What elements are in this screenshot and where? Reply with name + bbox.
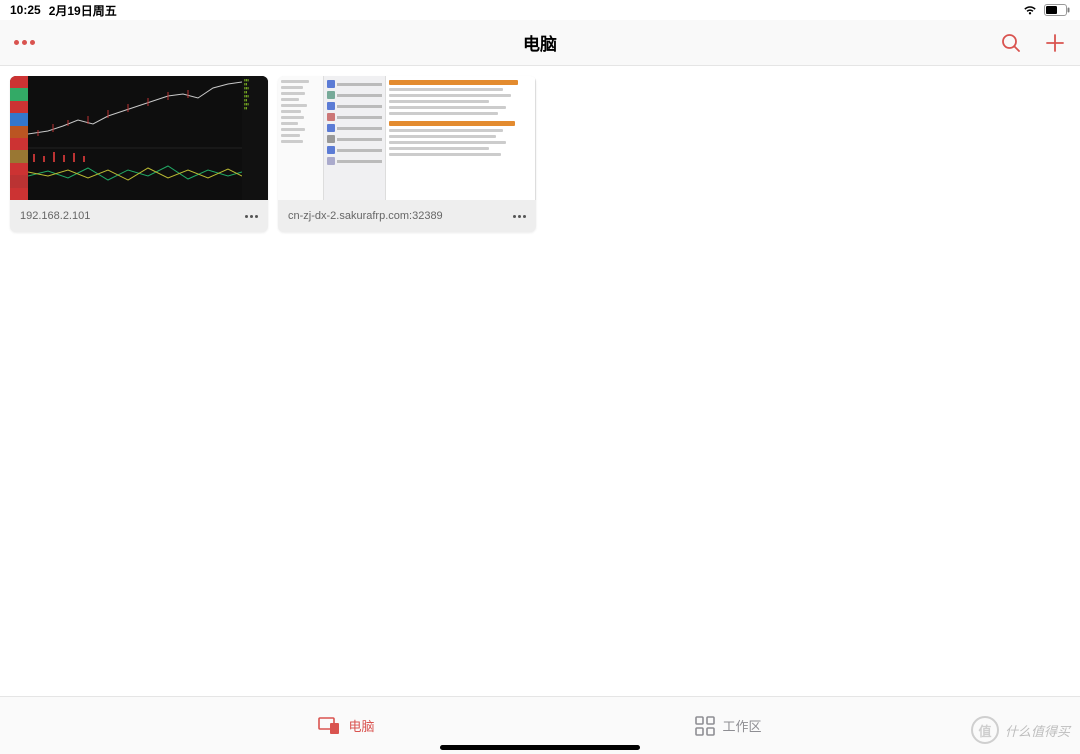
computer-address: 192.168.2.101: [20, 210, 90, 222]
nav-bar: 电脑: [0, 20, 1080, 66]
search-button[interactable]: [1000, 32, 1022, 54]
card-more-button[interactable]: [245, 215, 258, 218]
tab-bar: 电脑 工作区: [0, 696, 1080, 754]
battery-icon: [1044, 4, 1070, 16]
tab-label: 工作区: [723, 716, 762, 735]
status-time: 10:25: [10, 3, 41, 17]
card-more-button[interactable]: [513, 215, 526, 218]
add-button[interactable]: [1044, 32, 1066, 54]
page-title: 电脑: [523, 30, 557, 55]
watermark-text: 什么值得买: [1005, 721, 1070, 740]
computer-thumbnail: [278, 76, 536, 200]
tab-label: 电脑: [348, 716, 374, 735]
computer-icon: [318, 717, 340, 735]
computer-card[interactable]: cn-zj-dx-2.sakurafrp.com:32389: [278, 76, 536, 232]
status-bar: 10:25 2月19日周五: [0, 0, 1080, 20]
watermark: 值 什么值得买: [971, 716, 1070, 744]
wifi-icon: [1022, 4, 1038, 16]
status-date: 2月19日周五: [49, 2, 117, 19]
computer-card[interactable]: ▮▮▮▮▮▮▮▮▮▮▮▮▮▮▮▮▮▮▮▮ 192.168.2.101: [10, 76, 268, 232]
tab-workspaces[interactable]: 工作区: [695, 716, 762, 736]
tab-computers[interactable]: 电脑: [318, 716, 374, 735]
computers-grid: ▮▮▮▮▮▮▮▮▮▮▮▮▮▮▮▮▮▮▮▮ 192.168.2.101: [0, 66, 1080, 696]
watermark-badge: 值: [971, 716, 999, 744]
menu-more-button[interactable]: [14, 40, 35, 45]
workspace-icon: [695, 716, 715, 736]
home-indicator[interactable]: [440, 745, 640, 750]
computer-address: cn-zj-dx-2.sakurafrp.com:32389: [288, 210, 443, 222]
computer-thumbnail: ▮▮▮▮▮▮▮▮▮▮▮▮▮▮▮▮▮▮▮▮: [10, 76, 268, 200]
